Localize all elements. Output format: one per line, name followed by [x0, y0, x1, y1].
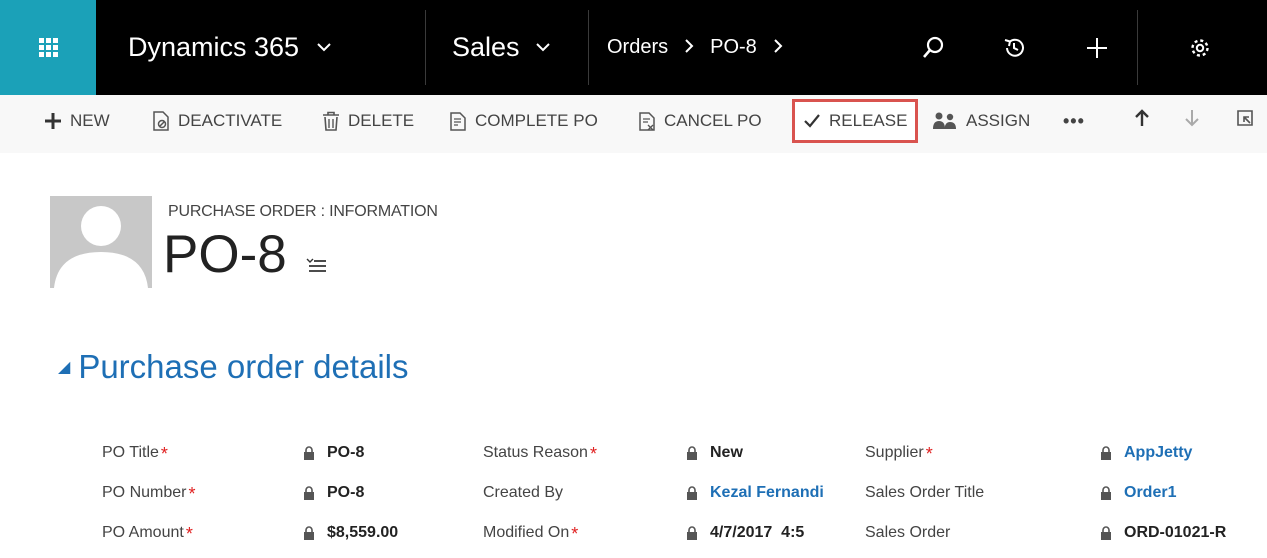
- modified-on-value: 4/7/2017 4:5: [686, 524, 860, 542]
- created-by-label: Created By: [483, 484, 564, 501]
- delete-button[interactable]: DELETE: [322, 95, 414, 147]
- complete-po-button-label: COMPLETE PO: [475, 111, 598, 130]
- lock-icon: [1100, 446, 1112, 460]
- supplier-label: Supplier *: [865, 444, 933, 464]
- top-navigation-bar: Dynamics 365 Sales Orders PO-8: [0, 0, 1267, 95]
- complete-po-button[interactable]: COMPLETE PO: [449, 95, 598, 147]
- lock-icon: [303, 486, 315, 500]
- sales-order-title-label: Sales Order Title: [865, 484, 985, 501]
- delete-button-label: DELETE: [348, 111, 415, 130]
- po-amount-value: $8,559.00: [303, 524, 453, 542]
- created-by-value[interactable]: Kezal Fernandi: [686, 484, 860, 502]
- waffle-icon: [38, 38, 58, 57]
- deactivate-button[interactable]: DEACTIVATE: [152, 95, 282, 147]
- lock-icon: [303, 526, 315, 540]
- document-cancel-icon: [638, 111, 656, 131]
- recent-history-icon[interactable]: [994, 0, 1034, 95]
- document-check-icon: [449, 111, 467, 131]
- new-button-label: NEW: [70, 111, 110, 130]
- chevron-down-icon: [317, 39, 331, 57]
- lock-icon: [303, 446, 315, 460]
- collapse-triangle-icon: ◢: [58, 359, 71, 376]
- breadcrumb-record[interactable]: PO-8: [710, 36, 757, 59]
- popout-icon: [1236, 109, 1254, 133]
- nav-divider: [588, 10, 589, 85]
- record-avatar: [50, 196, 152, 288]
- nav-divider: [1137, 10, 1138, 85]
- required-marker: *: [571, 524, 579, 544]
- module-title: Sales: [452, 32, 520, 62]
- po-amount-label: PO Amount *: [102, 524, 193, 544]
- po-number-label: PO Number *: [102, 484, 196, 504]
- next-record-button[interactable]: [1184, 95, 1200, 147]
- record-menu-icon[interactable]: [305, 257, 327, 278]
- section-title: Purchase order details: [78, 348, 409, 385]
- breadcrumb: Orders PO-8: [607, 0, 799, 95]
- po-number-value: PO-8: [303, 484, 453, 502]
- supplier-value[interactable]: AppJetty: [1100, 444, 1260, 462]
- lock-icon: [1100, 526, 1112, 540]
- gear-icon[interactable]: [1180, 0, 1220, 95]
- record-title: PO-8: [163, 225, 287, 284]
- more-commands-button[interactable]: •••: [1063, 95, 1085, 147]
- plus-icon: [44, 112, 62, 130]
- arrow-down-icon: [1184, 109, 1200, 133]
- chevron-right-icon: [684, 37, 694, 58]
- deactivate-icon: [152, 111, 170, 131]
- popout-button[interactable]: [1236, 95, 1254, 147]
- lock-icon: [686, 446, 698, 460]
- release-button-label: RELEASE: [829, 111, 908, 130]
- assign-button[interactable]: ASSIGN: [932, 95, 1030, 147]
- required-marker: *: [188, 484, 196, 504]
- app-title: Dynamics 365: [128, 32, 300, 62]
- required-marker: *: [589, 444, 597, 464]
- checkmark-icon: [803, 113, 821, 129]
- cancel-po-button[interactable]: CANCEL PO: [638, 95, 762, 147]
- previous-record-button[interactable]: [1134, 95, 1150, 147]
- sales-order-label: Sales Order: [865, 524, 951, 541]
- person-placeholder-icon: [54, 206, 148, 288]
- command-bar: NEW DEACTIVATE DELETE COMPLETE PO CANCEL…: [0, 95, 1267, 153]
- status-reason-label: Status Reason *: [483, 444, 597, 464]
- required-marker: *: [185, 524, 193, 544]
- release-button[interactable]: RELEASE: [792, 99, 919, 143]
- assign-button-label: ASSIGN: [966, 111, 1031, 130]
- sales-order-value[interactable]: ORD-01021-R: [1100, 524, 1267, 542]
- modified-on-label: Modified On *: [483, 524, 579, 544]
- lock-icon: [686, 486, 698, 500]
- chevron-right-icon[interactable]: [773, 37, 783, 58]
- cancel-po-button-label: CANCEL PO: [664, 111, 762, 130]
- assign-users-icon: [932, 111, 958, 131]
- deactivate-button-label: DEACTIVATE: [178, 111, 283, 130]
- entity-form-label[interactable]: PURCHASE ORDER : INFORMATION: [168, 203, 438, 221]
- arrow-up-icon: [1134, 109, 1150, 133]
- section-header[interactable]: ◢ Purchase order details: [58, 348, 409, 386]
- chevron-down-icon: [535, 39, 550, 57]
- search-icon[interactable]: [913, 0, 953, 95]
- required-marker: *: [925, 444, 933, 464]
- app-launcher-button[interactable]: [0, 0, 96, 95]
- po-title-value: PO-8: [303, 444, 453, 462]
- app-switcher[interactable]: Dynamics 365: [128, 0, 331, 95]
- lock-icon: [1100, 486, 1112, 500]
- module-switcher[interactable]: Sales: [452, 0, 550, 95]
- plus-icon[interactable]: [1077, 0, 1117, 95]
- required-marker: *: [160, 444, 168, 464]
- more-commands-label: •••: [1063, 110, 1085, 131]
- breadcrumb-orders[interactable]: Orders: [607, 36, 668, 59]
- lock-icon: [686, 526, 698, 540]
- po-title-label: PO Title *: [102, 444, 168, 464]
- trash-icon: [322, 111, 340, 131]
- sales-order-title-value[interactable]: Order1: [1100, 484, 1260, 502]
- nav-divider: [425, 10, 426, 85]
- new-button[interactable]: NEW: [44, 95, 110, 147]
- status-reason-value: New: [686, 444, 856, 462]
